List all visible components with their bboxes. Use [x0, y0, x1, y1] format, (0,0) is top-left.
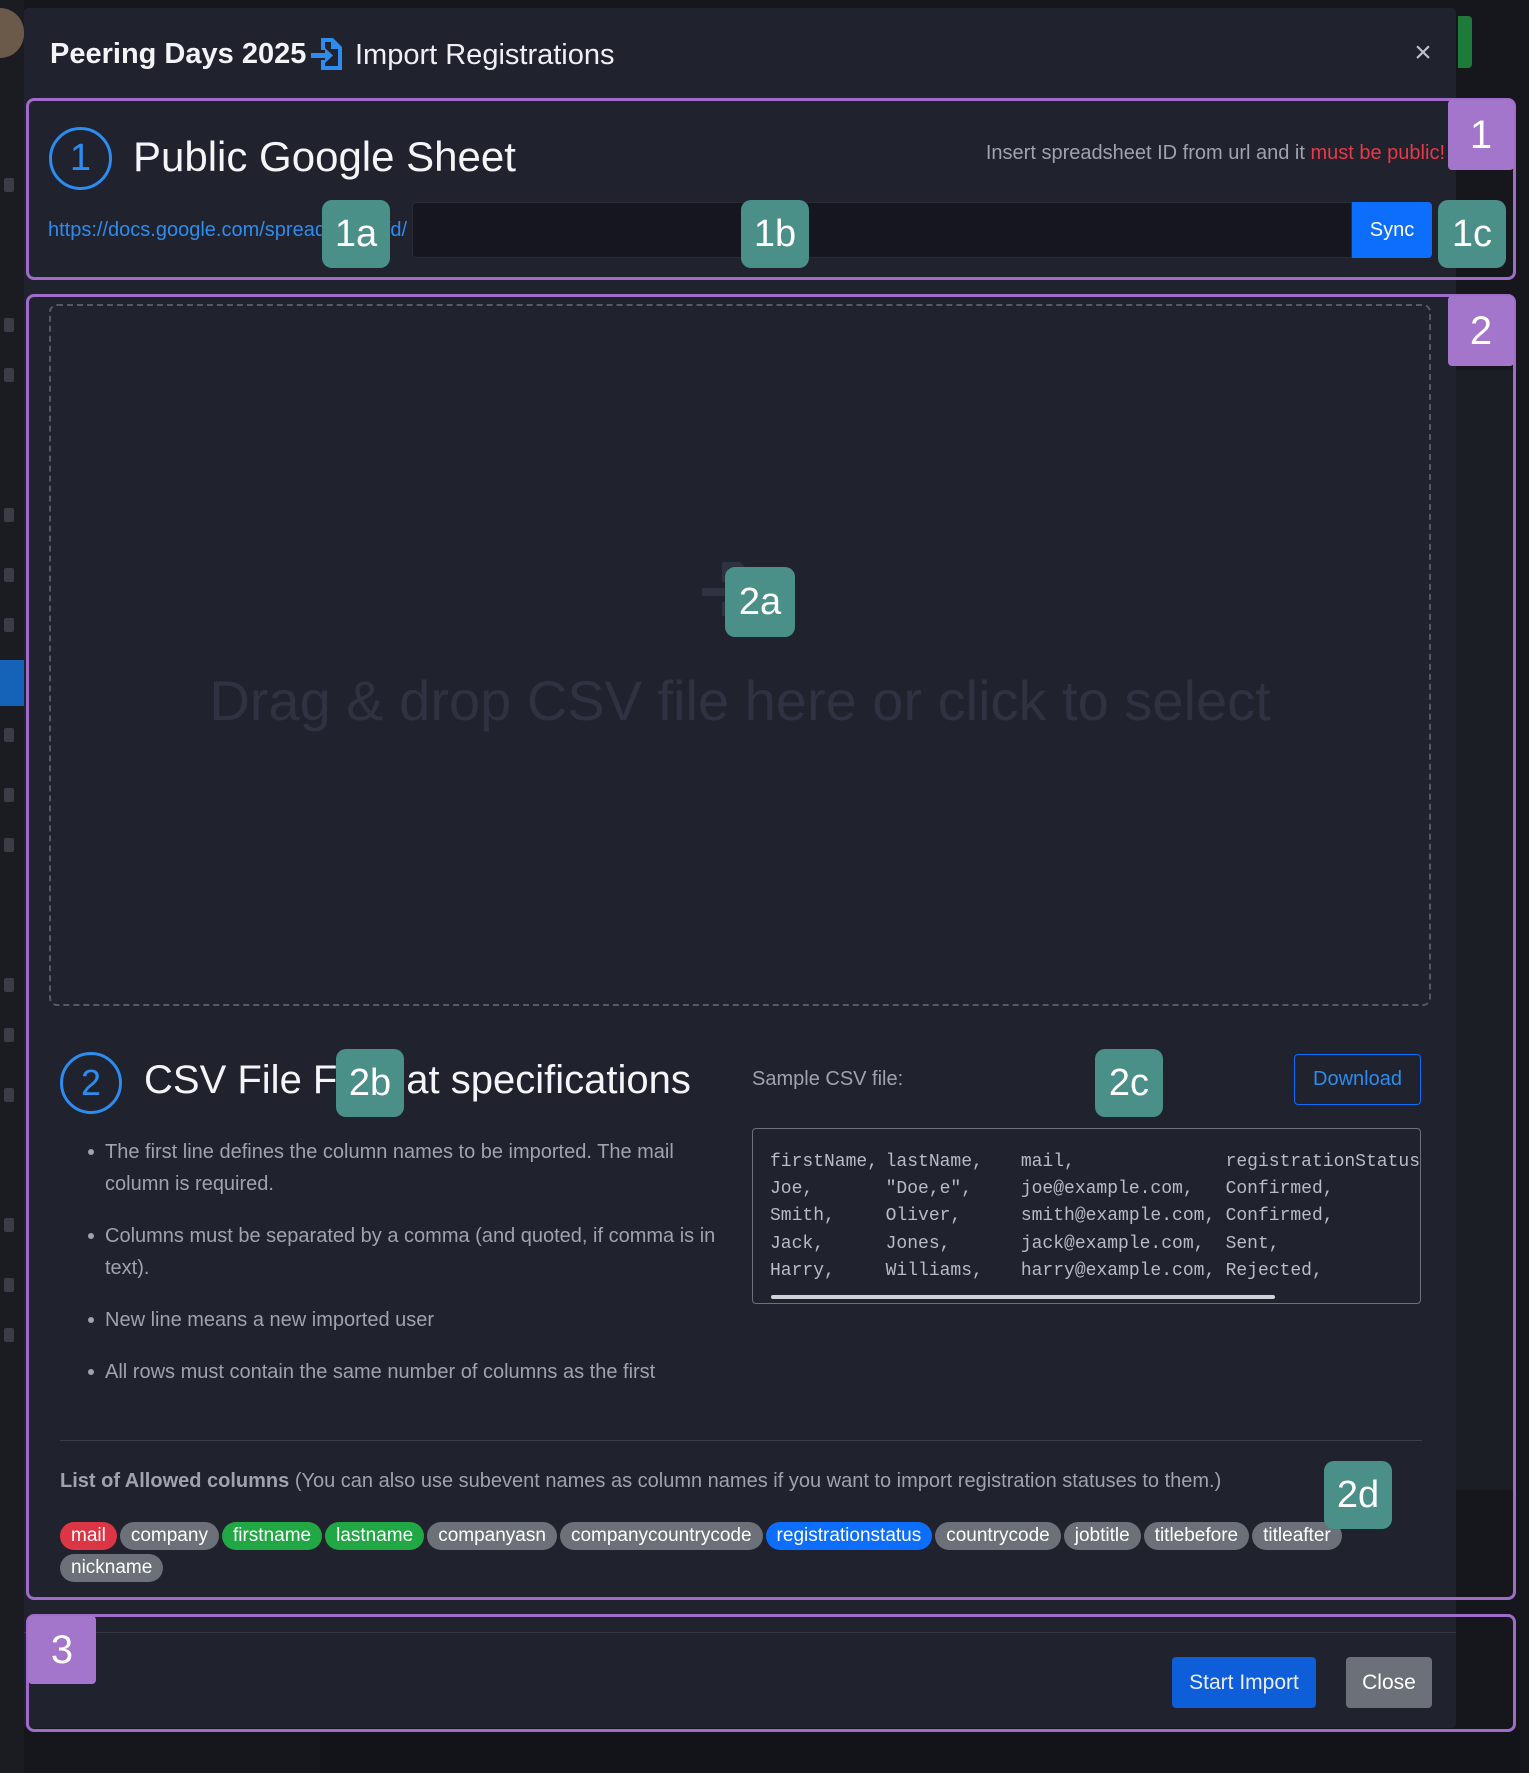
background-sidebar [0, 0, 24, 1773]
annotation-label-3: 3 [28, 1616, 96, 1684]
modal-header: Peering Days 2025 Import Registrations [24, 8, 1456, 96]
background-nav-icon [4, 728, 14, 742]
modal-title: Import Registrations [355, 39, 615, 71]
background-active-nav-item [0, 660, 24, 706]
file-import-icon [311, 38, 342, 70]
background-nav-icon [4, 1278, 14, 1292]
background-nav-icon [4, 368, 14, 382]
background-footer [320, 1730, 1520, 1773]
annotation-label-1c: 1c [1438, 200, 1506, 268]
annotation-box-3 [26, 1614, 1516, 1732]
annotation-label-2d: 2d [1324, 1461, 1392, 1529]
background-nav-icon [4, 1218, 14, 1232]
annotation-label-1b: 1b [741, 200, 809, 268]
annotation-box-2 [26, 294, 1516, 1600]
background-nav-icon [4, 1088, 14, 1102]
event-name: Peering Days 2025 [50, 38, 307, 70]
background-nav-icon [4, 618, 14, 632]
background-nav-icon [4, 568, 14, 582]
annotation-label-1a: 1a [322, 200, 390, 268]
background-nav-icon [4, 508, 14, 522]
background-nav-icon [4, 978, 14, 992]
close-icon[interactable]: × [1408, 38, 1438, 68]
background-nav-icon [4, 838, 14, 852]
background-nav-icon [4, 1028, 14, 1042]
background-nav-icon [4, 178, 14, 192]
annotation-label-2b: 2b [336, 1049, 404, 1117]
annotation-label-2: 2 [1448, 296, 1514, 366]
annotation-label-2a: 2a [725, 567, 795, 637]
background-nav-icon [4, 318, 14, 332]
background-green-button [1458, 16, 1472, 68]
background-nav-icon [4, 788, 14, 802]
annotation-label-1: 1 [1448, 100, 1514, 170]
annotation-label-2c: 2c [1095, 1049, 1163, 1117]
background-nav-icon [4, 1328, 14, 1342]
